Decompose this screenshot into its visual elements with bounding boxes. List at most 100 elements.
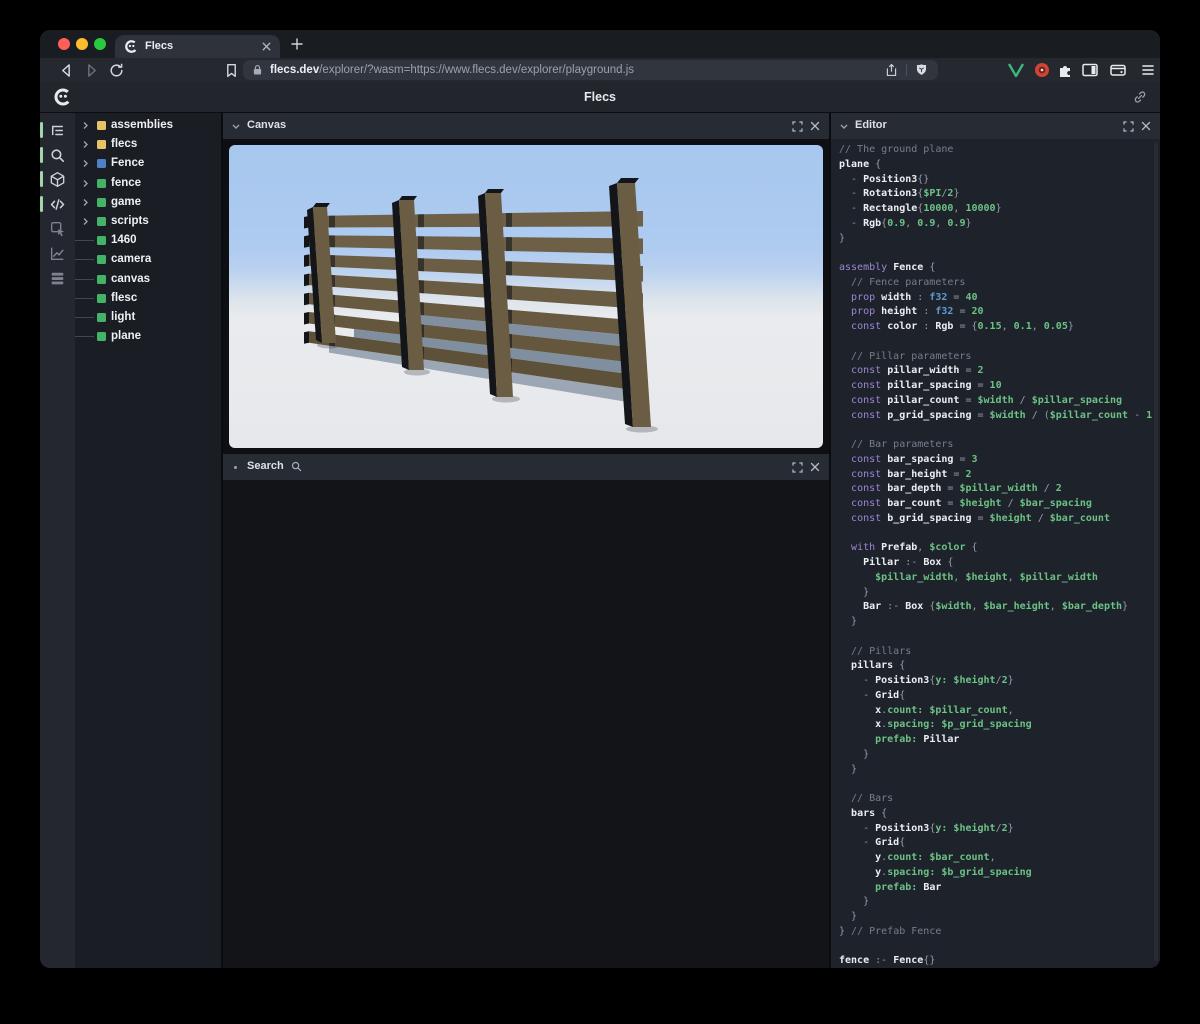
- tab-close-icon[interactable]: [260, 40, 273, 53]
- menu-icon[interactable]: [1138, 61, 1158, 79]
- search-close-icon[interactable]: [809, 461, 821, 473]
- tree-item-canvas[interactable]: canvas: [75, 270, 221, 289]
- tree-item-label: camera: [111, 253, 151, 265]
- chevron-down-icon[interactable]: [839, 122, 849, 131]
- code-icon: [49, 196, 66, 213]
- forward-button[interactable]: [83, 62, 100, 79]
- editor-panel-header: Editor: [831, 113, 1160, 139]
- code-line: Bar :- Box {$width, $bar_height, $bar_de…: [839, 600, 1152, 615]
- code-line: // Bars: [839, 792, 1152, 807]
- permalink-icon[interactable]: [1133, 90, 1147, 104]
- wallet-icon[interactable]: [1108, 61, 1128, 79]
- code-line: // Pillars: [839, 645, 1152, 660]
- expand-chevron-icon[interactable]: [81, 140, 90, 149]
- active-indicator: [40, 122, 43, 138]
- code-line: }: [839, 586, 1152, 601]
- tree-connector: [75, 279, 94, 280]
- expand-chevron-icon[interactable]: [81, 198, 90, 207]
- app-header: Flecs: [40, 82, 1160, 113]
- sidebar-icon-stack[interactable]: [40, 266, 75, 290]
- code-line: [839, 246, 1152, 261]
- code-line: const color : Rgb = {0.15, 0.1, 0.05}: [839, 320, 1152, 335]
- search-panel-body[interactable]: [223, 480, 829, 968]
- code-line: [839, 335, 1152, 350]
- tree-item-Fence[interactable]: Fence: [75, 154, 221, 173]
- search-panel-title: Search: [247, 460, 284, 472]
- code-line: $pillar_width, $height, $pillar_width: [839, 571, 1152, 586]
- tree-item-assemblies[interactable]: assemblies: [75, 116, 221, 135]
- url-bar[interactable]: flecs.dev /explorer/?wasm=https://www.fl…: [243, 60, 938, 80]
- window-zoom-button[interactable]: [94, 38, 106, 50]
- vue-devtools-icon[interactable]: [1006, 61, 1026, 79]
- code-line: const bar_depth = $pillar_width / 2: [839, 482, 1152, 497]
- code-line: [839, 777, 1152, 792]
- window-close-button[interactable]: [58, 38, 70, 50]
- code-line: y.count: $bar_count,: [839, 851, 1152, 866]
- tree-connector: [75, 240, 94, 241]
- canvas-close-icon[interactable]: [809, 120, 821, 132]
- expand-chevron-icon[interactable]: [81, 159, 90, 168]
- expand-chevron-icon[interactable]: [81, 121, 90, 130]
- code-line: x.spacing: $p_grid_spacing: [839, 718, 1152, 733]
- editor-close-icon[interactable]: [1140, 120, 1152, 132]
- sidebar-icon-stats[interactable]: [40, 241, 75, 265]
- entity-tree-panel: assembliesflecsFencefence game scripts1460…: [75, 113, 221, 968]
- tree-item-camera[interactable]: camera: [75, 250, 221, 269]
- sidebar-icon-tree[interactable]: [40, 118, 75, 142]
- search-glyph-icon: [291, 461, 302, 472]
- back-button[interactable]: [58, 62, 75, 79]
- tree-item-flecs[interactable]: flecs: [75, 135, 221, 154]
- active-indicator: [40, 196, 43, 212]
- sidebar-icon-inspector[interactable]: [40, 216, 75, 240]
- tree-item-game[interactable]: game: [75, 193, 221, 212]
- tree-item-light[interactable]: light: [75, 308, 221, 327]
- code-line: // Bar parameters: [839, 438, 1152, 453]
- share-icon[interactable]: [885, 63, 898, 77]
- tree-item-flesc[interactable]: flesc: [75, 289, 221, 308]
- new-tab-button[interactable]: [290, 37, 304, 51]
- tree-item-label: plane: [111, 330, 141, 342]
- sidebar-icon-code[interactable]: [40, 192, 75, 216]
- tab-title: Flecs: [145, 40, 173, 52]
- code-line: [839, 423, 1152, 438]
- brave-shield-icon[interactable]: [915, 63, 928, 77]
- entity-color-square: [97, 236, 106, 245]
- extension-badge-icon[interactable]: [1032, 61, 1052, 79]
- entity-color-square: [97, 217, 106, 226]
- inspector-icon: [49, 220, 66, 237]
- sidebar-icon-search[interactable]: [40, 143, 75, 167]
- code-line: }: [839, 763, 1152, 778]
- sidebar-toggle-icon[interactable]: [1080, 61, 1100, 79]
- extensions-puzzle-icon[interactable]: [1056, 61, 1076, 79]
- tree-item-plane[interactable]: plane: [75, 327, 221, 346]
- code-line: assembly Fence {: [839, 261, 1152, 276]
- editor-scrollbar[interactable]: [1154, 143, 1158, 961]
- expand-chevron-icon[interactable]: [81, 179, 90, 188]
- tree-item-scripts[interactable]: scripts: [75, 212, 221, 231]
- expand-chevron-icon[interactable]: [81, 217, 90, 226]
- code-line: prop height : f32 = 20: [839, 305, 1152, 320]
- chevron-down-icon[interactable]: [231, 122, 241, 131]
- code-line: prefab: Pillar: [839, 733, 1152, 748]
- script-code[interactable]: // The ground planeplane { - Position3{}…: [839, 143, 1152, 968]
- urlbar-divider: [906, 64, 907, 76]
- bookmark-icon[interactable]: [223, 62, 240, 79]
- canvas-panel-header: Canvas: [223, 113, 829, 139]
- reload-button[interactable]: [108, 62, 125, 79]
- code-line: bars {: [839, 807, 1152, 822]
- tree-item-label: game: [111, 196, 141, 208]
- code-line: x.count: $pillar_count,: [839, 704, 1152, 719]
- tree-item-label: light: [111, 311, 135, 323]
- code-line: with Prefab, $color {: [839, 541, 1152, 556]
- window-minimize-button[interactable]: [76, 38, 88, 50]
- editor-fullscreen-icon[interactable]: [1123, 121, 1134, 132]
- code-editor[interactable]: // The ground planeplane { - Position3{}…: [831, 139, 1160, 968]
- 3d-viewport[interactable]: [229, 145, 823, 448]
- canvas-fullscreen-icon[interactable]: [792, 121, 803, 132]
- sidebar-icon-cube[interactable]: [40, 167, 75, 191]
- panel-collapsed-dot-icon[interactable]: [234, 466, 237, 469]
- tree-item-1460[interactable]: 1460: [75, 231, 221, 250]
- tree-item-fence[interactable]: fence: [75, 174, 221, 193]
- browser-tab[interactable]: Flecs: [115, 35, 280, 58]
- search-fullscreen-icon[interactable]: [792, 462, 803, 473]
